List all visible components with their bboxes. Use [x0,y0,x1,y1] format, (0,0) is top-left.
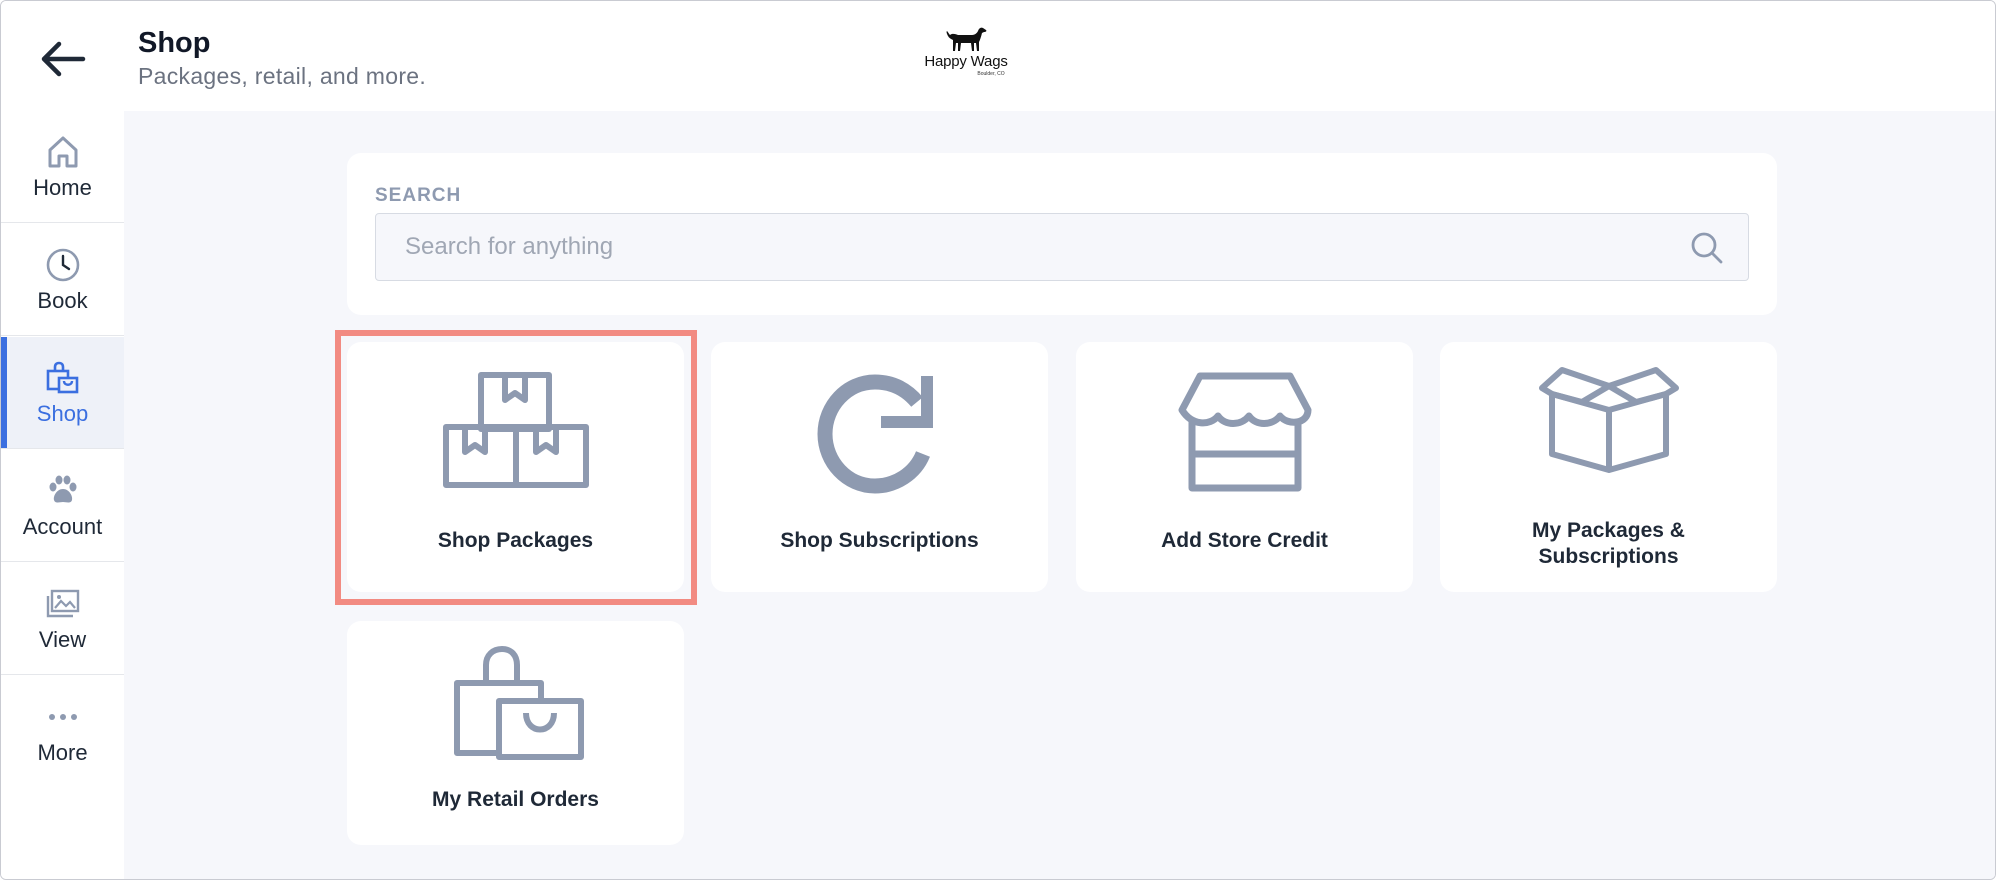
images-icon [46,589,79,617]
tile-shop-subscriptions[interactable]: Shop Subscriptions [711,342,1048,592]
tile-label: Shop Subscriptions [780,529,979,552]
search-icon[interactable] [1689,230,1725,266]
sidebar-item-account[interactable]: Account [1,450,124,562]
sidebar-item-label: Home [33,174,92,200]
dog-logo-icon [946,27,987,51]
back-button[interactable] [35,31,91,87]
sidebar: Home Book Shop Account View More [1,111,124,879]
header: Shop Packages, retail, and more. Happy W… [1,1,1995,111]
page-subtitle: Packages, retail, and more. [138,63,427,89]
tile-add-store-credit[interactable]: Add Store Credit [1076,342,1413,592]
search-card: SEARCH [347,153,1777,315]
open-box-icon [1538,367,1679,473]
brand-logo: Happy Wags Boulder, CO [911,23,1021,87]
sidebar-item-label: View [38,626,87,652]
arrow-left-icon [41,41,86,77]
tile-shop-packages[interactable]: Shop Packages [347,342,684,592]
page-title: Shop [138,27,211,59]
clock-icon [46,248,79,281]
tile-label: My Packages & Subscriptions [1440,518,1777,570]
main-content: SEARCH Search for anything Shop Packages… [124,111,1995,879]
app-window: Shop Packages, retail, and more. Happy W… [0,0,1996,880]
more-dots-icon [48,714,77,720]
search-label: SEARCH [375,185,462,206]
sidebar-item-more[interactable]: More [1,676,124,788]
search-input[interactable] [376,214,1676,280]
sidebar-item-label: Book [37,287,88,313]
sidebar-item-label: Shop [36,400,89,426]
sidebar-item-label: Account [22,513,103,539]
shopping-bag-icon [46,361,78,393]
tile-my-retail-orders[interactable]: My Retail Orders [347,621,684,845]
sidebar-item-home[interactable]: Home [1,111,124,223]
sidebar-item-label: More [37,740,88,765]
tile-label: Shop Packages [437,529,594,552]
sidebar-item-view[interactable]: View [1,563,124,675]
tile-my-packages-subscriptions[interactable]: My Packages & Subscriptions [1440,342,1777,592]
sidebar-item-shop[interactable]: Shop [1,337,124,449]
sidebar-item-book[interactable]: Book [1,224,124,336]
search-box [375,213,1749,281]
home-icon [48,136,77,167]
refresh-icon [816,374,933,494]
tile-label-line-1: My Packages & [1532,519,1685,542]
storefront-icon [1178,372,1311,492]
tile-label: Add Store Credit [1161,529,1328,552]
tile-label: My Retail Orders [432,788,599,811]
boxes-icon [442,372,589,488]
bags-icon [453,646,584,760]
logo-location: Boulder, CO [977,71,1005,77]
tile-label-line-2: Subscriptions [1538,545,1679,568]
paw-icon [49,475,76,502]
logo-name: Happy Wags [924,53,1008,70]
